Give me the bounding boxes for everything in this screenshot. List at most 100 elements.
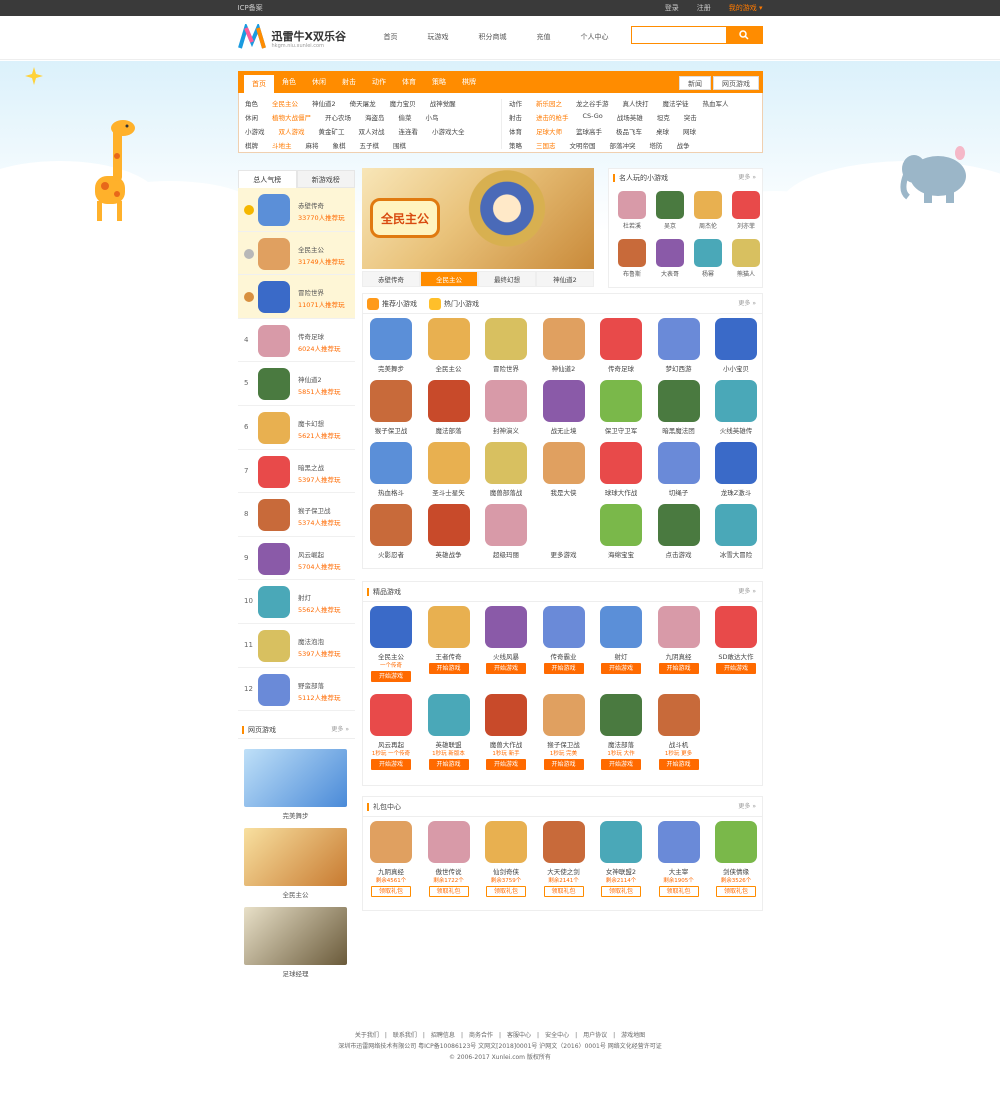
small-game-item[interactable]: 暗黑魔法团 — [657, 380, 701, 435]
category-link[interactable]: 新乐园之 — [536, 98, 562, 108]
nav-user-center[interactable]: 个人中心 — [581, 32, 609, 42]
small-game-item[interactable]: 冰雪大冒险 — [714, 504, 758, 559]
claim-gift-button[interactable]: 领取礼包 — [716, 886, 756, 897]
ranking-item[interactable]: 8 猴子保卫战 5374人推荐玩 — [238, 493, 355, 537]
celebrity-item[interactable]: 杜若溪 — [615, 191, 649, 230]
ranking-item[interactable]: 12 野蛮部落 5112人推荐玩 — [238, 667, 355, 712]
icp-link[interactable]: ICP备案 — [238, 4, 263, 12]
boutique-game-item[interactable]: 英雄联盟 1秒玩 新版本 开始游戏 — [427, 694, 471, 770]
cat-tab-sports[interactable]: 体育 — [394, 71, 424, 93]
webgame-item[interactable]: 全民主公 — [244, 828, 347, 899]
small-game-item[interactable]: 传奇足球 — [599, 318, 643, 373]
celebrity-item[interactable]: 周杰伦 — [691, 191, 725, 230]
category-link[interactable]: 魔法学徒 — [663, 98, 689, 108]
start-game-button[interactable]: 开始游戏 — [658, 759, 699, 770]
gift-item[interactable]: 傲世传说 剩余1722个 领取礼包 — [427, 821, 471, 897]
boutique-game-item[interactable]: 战斗机 1秒玩 更多 开始游戏 — [657, 694, 701, 770]
celebrity-item[interactable]: 大表哥 — [653, 239, 687, 278]
category-link[interactable]: 海盗岛 — [365, 112, 385, 122]
celebrity-more-link[interactable]: 更多 » — [738, 169, 756, 187]
start-game-button[interactable]: 开始游戏 — [601, 759, 641, 770]
category-link[interactable]: 偷菜 — [399, 112, 412, 122]
news-button[interactable]: 新闻 — [679, 76, 711, 90]
small-game-item[interactable]: 我是大侠 — [542, 442, 586, 497]
boutique-more-link[interactable]: 更多 » — [738, 582, 756, 602]
nav-recharge[interactable]: 充值 — [537, 32, 551, 42]
cat-tab-action[interactable]: 动作 — [364, 71, 394, 93]
small-game-item[interactable]: 更多游戏 — [542, 504, 586, 559]
cat-tab-board[interactable]: 棋牌 — [454, 71, 484, 93]
ranking-item[interactable]: 9 风云崛起 5704人推荐玩 — [238, 536, 355, 581]
small-game-item[interactable]: 热血格斗 — [369, 442, 413, 497]
webgame-item[interactable]: 足球经理 — [244, 907, 347, 978]
start-game-button[interactable]: 开始游戏 — [371, 671, 411, 682]
small-game-item[interactable]: 魔法部落 — [427, 380, 471, 435]
footer-link[interactable]: 用户协议 — [583, 1032, 607, 1039]
ranking-item[interactable]: 全民主公 31749人推荐玩 — [238, 231, 355, 276]
celebrity-item[interactable]: 熊猫人 — [729, 239, 763, 278]
small-game-item[interactable]: 龙珠Z激斗 — [714, 442, 758, 497]
start-game-button[interactable]: 开始游戏 — [428, 663, 469, 674]
ranking-item[interactable]: 7 暗黑之战 5397人推荐玩 — [238, 449, 355, 494]
small-game-item[interactable]: 梦幻西游 — [657, 318, 701, 373]
boutique-game-item[interactable]: 射灯 开始游戏 — [599, 606, 643, 674]
category-link[interactable]: 桌球 — [656, 126, 669, 136]
category-link[interactable]: 突击 — [684, 112, 697, 122]
small-game-item[interactable]: 魔兽部落战 — [484, 442, 528, 497]
nav-play[interactable]: 玩游戏 — [428, 32, 449, 42]
category-link[interactable]: 全民主公 — [272, 98, 298, 108]
cat-tab-shooter[interactable]: 射击 — [334, 71, 364, 93]
category-link[interactable]: 进击的枪手 — [536, 112, 569, 122]
site-logo[interactable]: 迅雷牛X双乐谷 hkgm.niu.xunlei.com — [237, 24, 368, 54]
category-link[interactable]: 开心农场 — [325, 112, 351, 122]
boutique-game-item[interactable]: 王者传奇 开始游戏 — [427, 606, 471, 674]
gift-item[interactable]: 仙剑奇侠 剩余3759个 领取礼包 — [484, 821, 528, 897]
tab-hot[interactable]: 热门小游戏 — [444, 294, 479, 314]
category-link[interactable]: 连连看 — [399, 126, 419, 136]
small-game-item[interactable]: 神仙道2 — [542, 318, 586, 373]
webgame-item[interactable]: 完美舞步 — [244, 749, 347, 820]
small-game-item[interactable]: 冒险世界 — [484, 318, 528, 373]
boutique-game-item[interactable]: 火线风暴 开始游戏 — [484, 606, 528, 674]
small-game-item[interactable]: 球球大作战 — [599, 442, 643, 497]
small-game-item[interactable]: 完美舞步 — [369, 318, 413, 373]
footer-link[interactable]: 游戏地图 — [621, 1032, 645, 1039]
category-link[interactable]: 战争 — [677, 140, 690, 150]
ranking-item[interactable]: 4 传奇足球 6024人推荐玩 — [238, 318, 355, 363]
start-game-button[interactable]: 开始游戏 — [486, 663, 526, 674]
small-game-item[interactable]: 圣斗士星矢 — [427, 442, 471, 497]
start-game-button[interactable]: 开始游戏 — [428, 759, 469, 770]
category-link[interactable]: 神仙道2 — [312, 98, 336, 108]
gift-item[interactable]: 女神联盟2 剩余2114个 领取礼包 — [599, 821, 643, 897]
small-game-item[interactable]: 海绵宝宝 — [599, 504, 643, 559]
cat-tab-casual[interactable]: 休闲 — [304, 71, 334, 93]
footer-link[interactable]: 关于我们 — [355, 1032, 379, 1039]
gift-item[interactable]: 大天使之剑 剩余2141个 领取礼包 — [542, 821, 586, 897]
small-game-item[interactable]: 火线英雄传 — [714, 380, 758, 435]
category-link[interactable]: 倚天屠龙 — [350, 98, 376, 108]
small-game-item[interactable]: 猴子保卫战 — [369, 380, 413, 435]
gift-more-link[interactable]: 更多 » — [738, 797, 756, 817]
start-game-button[interactable]: 开始游戏 — [543, 663, 584, 674]
footer-link[interactable]: 商务合作 — [469, 1032, 493, 1039]
start-game-button[interactable]: 开始游戏 — [716, 663, 756, 674]
category-link[interactable]: 篮球高手 — [576, 126, 602, 136]
category-link[interactable]: 黄金矿工 — [319, 126, 345, 136]
category-link[interactable]: 魔力宝贝 — [390, 98, 416, 108]
category-link[interactable]: 战场英雄 — [617, 112, 643, 122]
category-link[interactable]: 双人游戏 — [279, 126, 305, 136]
category-link[interactable]: 战神觉醒 — [430, 98, 456, 108]
cat-tab-rpg[interactable]: 角色 — [274, 71, 304, 93]
category-link[interactable]: 足球大师 — [536, 126, 562, 136]
banner-image[interactable]: 全民主公 — [362, 168, 594, 269]
category-link[interactable]: 文明帝国 — [570, 140, 596, 150]
category-link[interactable]: 麻将 — [306, 140, 319, 150]
category-link[interactable]: 斗地主 — [272, 140, 292, 150]
claim-gift-button[interactable]: 领取礼包 — [371, 886, 411, 897]
category-link[interactable]: 双人对战 — [359, 126, 385, 136]
register-link[interactable]: 注册 — [697, 0, 711, 16]
ranking-item[interactable]: 5 神仙道2 5851人推荐玩 — [238, 362, 355, 406]
category-link[interactable]: 小鸟 — [426, 112, 439, 122]
category-link[interactable]: 塔防 — [650, 140, 663, 150]
category-link[interactable]: 小游戏大全 — [432, 126, 465, 136]
